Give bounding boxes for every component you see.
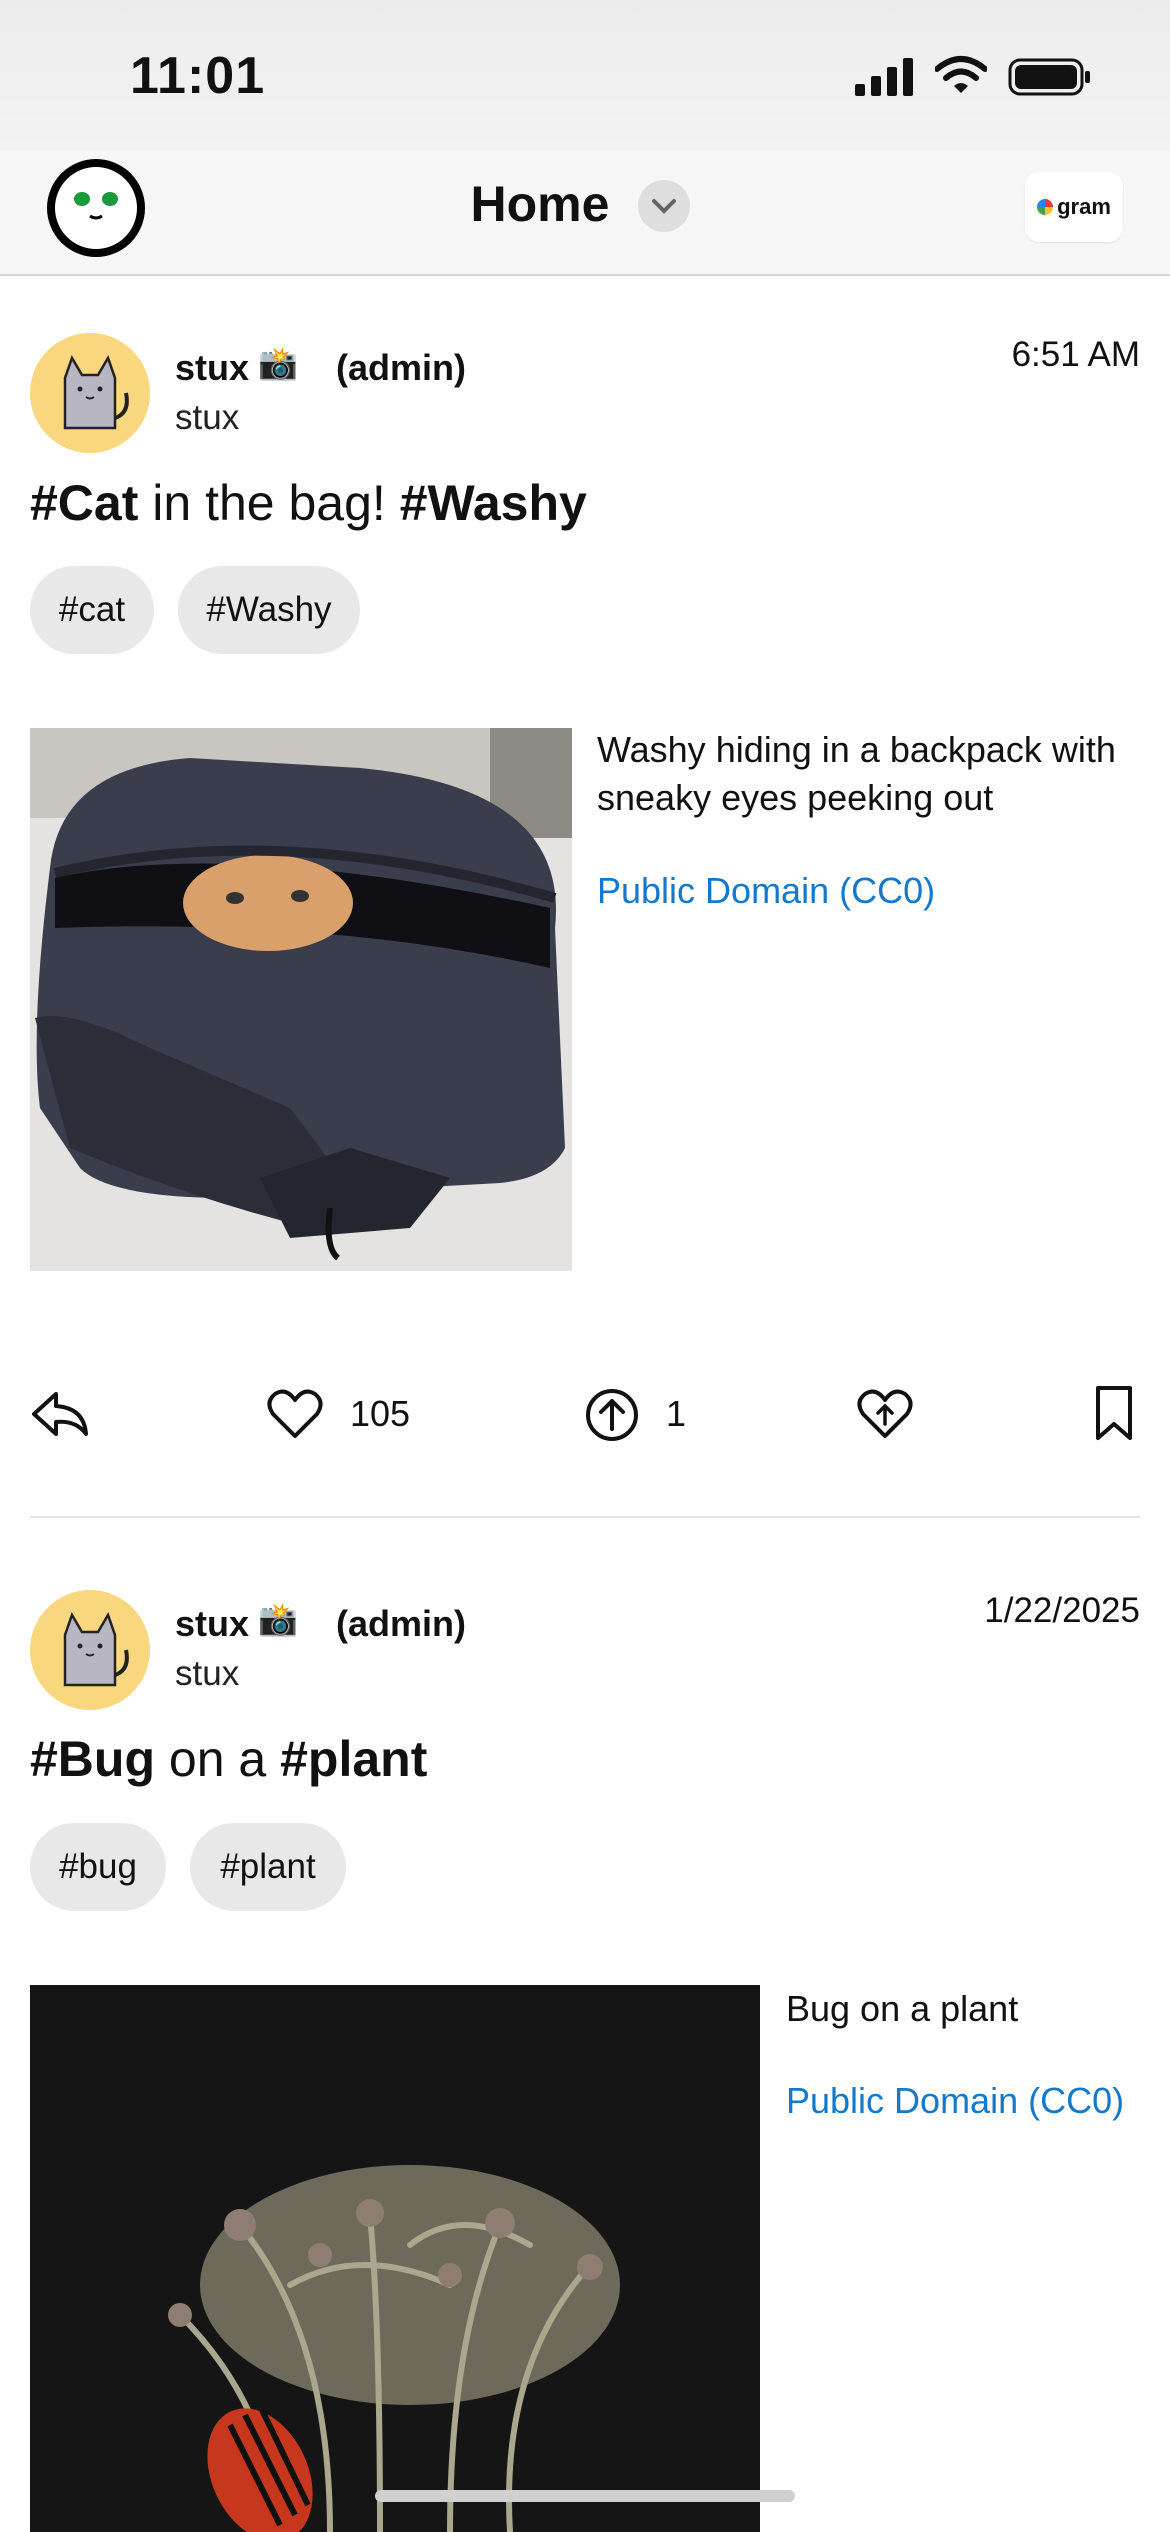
battery-icon <box>1008 58 1090 96</box>
admin-badge: (admin) <box>336 347 466 388</box>
post-handle[interactable]: stux <box>175 1654 239 1694</box>
hashtag-plant[interactable]: #plant <box>280 1731 427 1787</box>
post-username[interactable]: stux <box>175 1603 249 1645</box>
admin-badge: (admin) <box>336 1603 466 1644</box>
camera-emoji-icon: 📸 <box>258 345 298 381</box>
heart-badge-icon[interactable] <box>856 1388 914 1440</box>
tag-chip[interactable]: #Washy <box>178 566 360 654</box>
cat-avatar-icon <box>63 355 129 430</box>
post-title: #Bug on a #plant <box>30 1731 428 1787</box>
bookmark-icon[interactable] <box>1094 1384 1134 1442</box>
post-title: #Cat in the bag! #Washy <box>30 475 587 531</box>
tag-chip[interactable]: #plant <box>190 1823 346 1911</box>
hashtag-washy[interactable]: #Washy <box>400 475 587 531</box>
hashtag-cat[interactable]: #Cat <box>30 475 138 531</box>
reply-icon[interactable] <box>30 1388 92 1440</box>
like-count: 105 <box>350 1393 411 1434</box>
home-indicator[interactable] <box>375 2490 795 2502</box>
license-link[interactable]: Public Domain (CC0) <box>597 870 935 912</box>
tag-chip[interactable]: #bug <box>30 1823 166 1911</box>
post-date[interactable]: 6:51 AM <box>900 335 1140 375</box>
license-link[interactable]: Public Domain (CC0) <box>786 2080 1124 2122</box>
post-handle[interactable]: stux <box>175 398 239 438</box>
post-divider <box>30 1516 1140 1518</box>
post-date[interactable]: 1/22/2025 <box>900 1591 1140 1631</box>
page-title[interactable]: Home <box>0 175 1170 233</box>
cat-avatar-icon <box>63 1612 129 1687</box>
tag-chip[interactable]: #cat <box>30 566 154 654</box>
boost-icon[interactable] <box>584 1387 640 1443</box>
heart-icon[interactable] <box>266 1388 324 1440</box>
status-time: 11:01 <box>130 47 266 105</box>
boost-count: 1 <box>666 1393 687 1434</box>
pixelfed-logo-icon <box>1037 199 1054 215</box>
post-image[interactable] <box>30 728 572 1271</box>
wifi-icon <box>935 56 987 93</box>
camera-emoji-icon: 📸 <box>258 1601 298 1637</box>
post-username[interactable]: stux <box>175 347 249 389</box>
hashtag-bug[interactable]: #Bug <box>30 1731 155 1787</box>
avatar[interactable] <box>30 333 150 453</box>
avatar[interactable] <box>30 1590 150 1710</box>
pixelfed-button[interactable]: gram <box>1025 172 1123 242</box>
post-image[interactable] <box>30 1985 760 2532</box>
chevron-down-icon[interactable] <box>638 180 690 232</box>
image-description: Washy hiding in a backpack with sneaky e… <box>597 729 1116 818</box>
image-description: Bug on a plant <box>786 1988 1019 2029</box>
signal-icon <box>855 58 913 96</box>
